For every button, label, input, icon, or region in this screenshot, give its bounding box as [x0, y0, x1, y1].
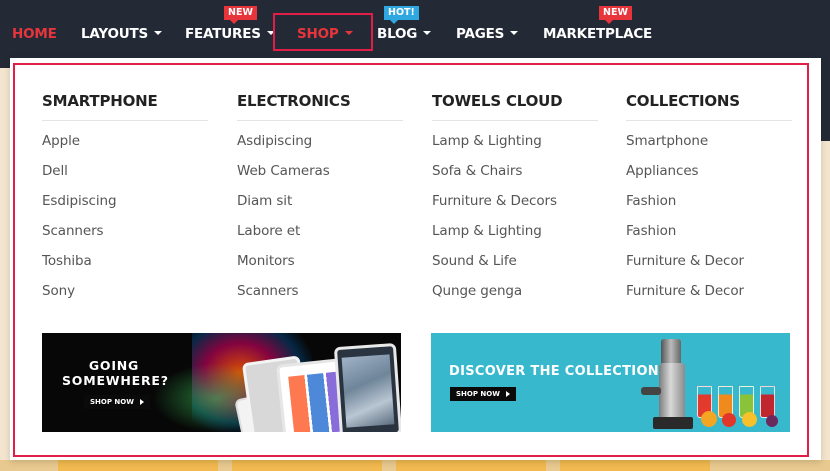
juicer-image — [653, 417, 693, 429]
page-background-products — [0, 460, 830, 471]
menu-link[interactable]: Qunge genga — [432, 283, 598, 313]
product-thumbnail — [396, 460, 546, 471]
nav-item-label: SHOP — [297, 26, 339, 42]
menu-link[interactable]: Fashion — [626, 193, 792, 223]
menu-column-title: COLLECTIONS — [626, 92, 792, 121]
menu-column-title: ELECTRONICS — [237, 92, 403, 121]
apple-fruit-image — [722, 413, 736, 427]
nav-item-label: MARKETPLACE — [543, 26, 653, 42]
menu-column-smartphone: SMARTPHONE Apple Dell Esdipiscing Scanne… — [42, 92, 208, 313]
menu-link[interactable]: Toshiba — [42, 253, 208, 283]
menu-column-towels-cloud: TOWELS CLOUD Lamp & Lighting Sofa & Chai… — [432, 92, 598, 313]
menu-column-title: TOWELS CLOUD — [432, 92, 598, 121]
menu-link[interactable]: Lamp & Lighting — [432, 133, 598, 163]
menu-link[interactable]: Labore et — [237, 223, 403, 253]
promo-banner-collection[interactable]: DISCOVER THE COLLECTION SHOP NOW — [431, 333, 790, 432]
new-badge: NEW — [599, 6, 632, 24]
shop-now-button[interactable]: SHOP NOW — [84, 395, 150, 409]
menu-link[interactable]: Sound & Life — [432, 253, 598, 283]
shop-now-button[interactable]: SHOP NOW — [450, 387, 516, 401]
promo-banner-devices[interactable]: GOING SOMEWHERE? SHOP NOW — [42, 333, 401, 432]
banner-headline-line: SOMEWHERE? — [62, 373, 169, 388]
caret-down-icon — [510, 31, 519, 35]
nav-item-blog[interactable]: BLOG — [377, 26, 432, 42]
nav-item-marketplace[interactable]: MARKETPLACE — [543, 26, 652, 42]
menu-link[interactable]: Scanners — [237, 283, 403, 313]
nav-item-home[interactable]: HOME — [12, 26, 57, 42]
menu-link-list: Smartphone Appliances Fashion Fashion Fu… — [626, 133, 792, 313]
juicer-image — [641, 387, 661, 395]
menu-link[interactable]: Apple — [42, 133, 208, 163]
menu-link[interactable]: Appliances — [626, 163, 792, 193]
nav-item-pages[interactable]: PAGES — [456, 26, 519, 42]
menu-link[interactable]: Fashion — [626, 223, 792, 253]
menu-link[interactable]: Asdipiscing — [237, 133, 403, 163]
nav-item-label: LAYOUTS — [81, 26, 149, 42]
product-thumbnail — [560, 460, 710, 471]
menu-link[interactable]: Smartphone — [626, 133, 792, 163]
menu-column-collections: COLLECTIONS Smartphone Appliances Fashio… — [626, 92, 792, 313]
menu-link[interactable]: Monitors — [237, 253, 403, 283]
grape-fruit-image — [766, 415, 778, 427]
menu-link-list: Apple Dell Esdipiscing Scanners Toshiba … — [42, 133, 208, 313]
lemon-fruit-image — [742, 412, 757, 427]
nav-item-label: FEATURES — [185, 26, 261, 42]
orange-fruit-image — [701, 411, 717, 427]
nav-item-label: HOME — [12, 26, 57, 42]
menu-link[interactable]: Furniture & Decors — [432, 193, 598, 223]
caret-down-icon — [154, 31, 163, 35]
menu-link[interactable]: Furniture & Decor — [626, 283, 792, 313]
menu-link[interactable]: Web Cameras — [237, 163, 403, 193]
nav-item-label: BLOG — [377, 26, 418, 42]
menu-link[interactable]: Scanners — [42, 223, 208, 253]
product-thumbnail — [58, 460, 218, 471]
menu-link[interactable]: Sofa & Chairs — [432, 163, 598, 193]
menu-link[interactable]: Diam sit — [237, 193, 403, 223]
menu-link-list: Asdipiscing Web Cameras Diam sit Labore … — [237, 133, 403, 313]
menu-column-title: SMARTPHONE — [42, 92, 208, 121]
tablet-image — [333, 342, 401, 432]
menu-link-list: Lamp & Lighting Sofa & Chairs Furniture … — [432, 133, 598, 313]
menu-link[interactable]: Sony — [42, 283, 208, 313]
juicer-image — [659, 363, 685, 425]
banner-headline: DISCOVER THE COLLECTION — [449, 364, 659, 379]
menu-link[interactable]: Esdipiscing — [42, 193, 208, 223]
caret-down-icon — [344, 31, 353, 35]
juicer-image — [661, 339, 681, 365]
product-thumbnail — [232, 460, 382, 471]
tablet-map-screen — [341, 354, 395, 428]
banner-headline: GOING SOMEWHERE? — [62, 358, 169, 388]
menu-link[interactable]: Furniture & Decor — [626, 253, 792, 283]
nav-item-shop[interactable]: SHOP — [297, 26, 353, 42]
banner-headline-line: GOING — [88, 358, 140, 373]
menu-link[interactable]: Dell — [42, 163, 208, 193]
menu-column-electronics: ELECTRONICS Asdipiscing Web Cameras Diam… — [237, 92, 403, 313]
juice-glass-image — [760, 386, 775, 418]
caret-down-icon — [423, 31, 432, 35]
hot-badge: HOT! — [384, 6, 419, 24]
nav-item-label: PAGES — [456, 26, 505, 42]
new-badge: NEW — [224, 6, 257, 24]
nav-item-layouts[interactable]: LAYOUTS — [81, 26, 163, 42]
menu-link[interactable]: Lamp & Lighting — [432, 223, 598, 253]
nav-item-features[interactable]: FEATURES — [185, 26, 275, 42]
